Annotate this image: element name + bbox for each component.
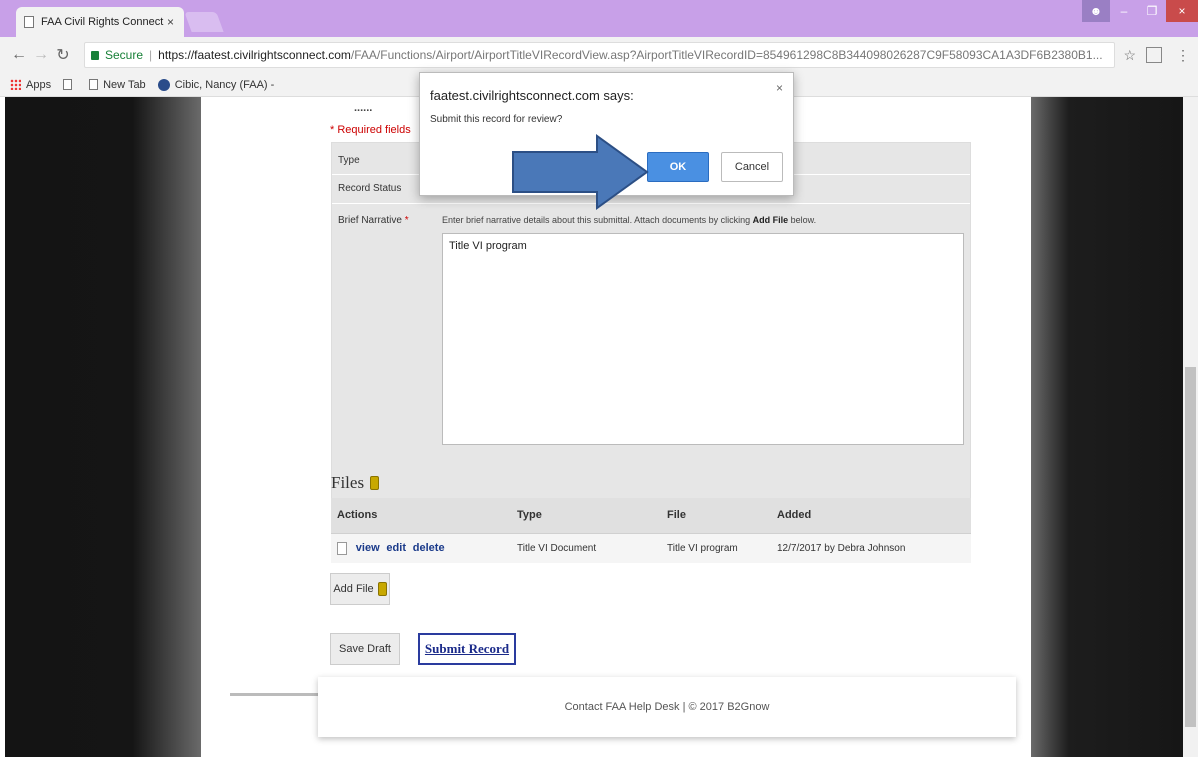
reload-icon[interactable]: ↻ <box>52 45 74 65</box>
paperclip-icon <box>377 582 387 596</box>
bookmark-new-tab[interactable]: New Tab <box>89 79 146 91</box>
window-close-icon[interactable]: × <box>1166 0 1198 22</box>
forward-icon[interactable]: → <box>30 46 52 64</box>
record-form: Type Record Status Brief Narrative * Ent… <box>331 142 971 552</box>
browser-tab[interactable]: FAA Civil Rights Connect × <box>16 7 184 37</box>
add-file-label: Add File <box>333 583 374 595</box>
bookmark-blank[interactable] <box>63 79 77 90</box>
new-tab-button[interactable] <box>184 12 224 32</box>
type-label: Type <box>338 155 360 166</box>
narrative-help-suffix: below. <box>788 215 817 225</box>
column-header-added: Added <box>771 498 971 534</box>
document-icon <box>337 541 347 555</box>
globe-icon <box>157 78 170 91</box>
bookmark-label: Apps <box>26 78 52 91</box>
narrative-textarea[interactable]: Title VI program <box>442 233 964 445</box>
required-star: * <box>404 215 409 226</box>
partial-heading: ...... <box>354 102 373 114</box>
form-divider <box>332 203 970 204</box>
column-header-file: File <box>661 498 771 534</box>
star-icon[interactable]: ☆ <box>1123 47 1136 64</box>
extension-icon[interactable] <box>1146 47 1162 63</box>
narrative-help-text: Enter brief narrative details about this… <box>442 215 753 225</box>
type-cell: Title VI Document <box>511 533 661 563</box>
url-host: https://faatest.civilrightsconnect.com <box>158 48 351 62</box>
submit-record-button[interactable]: Submit Record <box>418 633 516 665</box>
add-file-button[interactable]: Add File <box>330 573 390 605</box>
narrative-label-text: Brief Narrative <box>338 215 402 226</box>
ok-button[interactable]: OK <box>647 152 709 182</box>
document-icon <box>89 79 99 90</box>
added-cell: 12/7/2017 by Debra Johnson <box>771 533 971 563</box>
table-header-row: Actions Type File Added <box>331 498 971 534</box>
url-input[interactable]: Secure | https://faatest.civilrightsconn… <box>84 42 1116 68</box>
dialog-message: Submit this record for review? <box>430 114 563 125</box>
required-fields-note: * Required fields <box>330 124 411 136</box>
window-controls: ☻ – ❐ × <box>1082 0 1198 22</box>
footer-divider <box>230 693 318 696</box>
url-path: /FAA/Functions/Airport/AirportTitleVIRec… <box>350 48 1103 62</box>
table-row: view edit delete Title VI Document Title… <box>331 533 971 563</box>
actions-cell: view edit delete <box>331 533 511 563</box>
save-draft-button[interactable]: Save Draft <box>330 633 400 665</box>
files-table: Actions Type File Added view edit delete… <box>331 498 971 563</box>
cancel-button[interactable]: Cancel <box>721 152 783 182</box>
scrollbar-thumb[interactable] <box>1185 367 1196 727</box>
tab-close-icon[interactable]: × <box>165 15 176 29</box>
lock-icon <box>91 50 99 60</box>
file-cell: Title VI program <box>661 533 771 563</box>
dialog-close-icon[interactable]: × <box>776 81 783 95</box>
page-scrollbar[interactable] <box>1183 97 1198 757</box>
record-status-label: Record Status <box>338 183 402 194</box>
page-backdrop-right <box>1031 97 1183 757</box>
edit-link[interactable]: edit <box>386 542 406 554</box>
address-bar: ← → ↻ Secure | https://faatest.civilrigh… <box>0 37 1198 73</box>
narrative-label: Brief Narrative * <box>338 215 409 226</box>
narrative-help: Enter brief narrative details about this… <box>442 215 816 225</box>
files-heading: Files <box>331 473 380 493</box>
secure-label: Secure <box>105 48 144 62</box>
bookmark-label: New Tab <box>103 78 146 91</box>
apps-icon <box>10 79 21 90</box>
document-icon <box>63 79 73 90</box>
dialog-title: faatest.civilrightsconnect.com says: <box>430 88 634 103</box>
column-header-type: Type <box>511 498 661 534</box>
view-link[interactable]: view <box>356 542 380 554</box>
url-separator: | <box>149 48 153 62</box>
bookmark-cibic[interactable]: Cibic, Nancy (FAA) - <box>157 78 275 91</box>
bookmark-apps[interactable]: Apps <box>10 79 51 91</box>
document-icon <box>24 16 34 28</box>
paperclip-icon <box>370 476 380 490</box>
page-footer: Contact FAA Help Desk | © 2017 B2Gnow <box>318 677 1016 737</box>
back-icon[interactable]: ← <box>8 46 30 64</box>
browser-title-bar: FAA Civil Rights Connect × ☻ – ❐ × <box>0 0 1198 37</box>
page-backdrop-left <box>5 97 201 757</box>
minimize-icon[interactable]: – <box>1110 0 1138 22</box>
restore-icon[interactable]: ❐ <box>1138 0 1166 22</box>
narrative-help-bold: Add File <box>752 215 789 225</box>
column-header-actions: Actions <box>331 498 511 534</box>
files-title-text: Files <box>331 473 365 492</box>
bookmark-label: Cibic, Nancy (FAA) - <box>174 78 275 91</box>
menu-icon[interactable]: ⋮ <box>1176 47 1190 64</box>
delete-link[interactable]: delete <box>413 542 445 554</box>
arrow-pointer <box>512 134 649 210</box>
profile-icon[interactable]: ☻ <box>1082 0 1110 22</box>
tab-title: FAA Civil Rights Connect <box>41 16 164 28</box>
